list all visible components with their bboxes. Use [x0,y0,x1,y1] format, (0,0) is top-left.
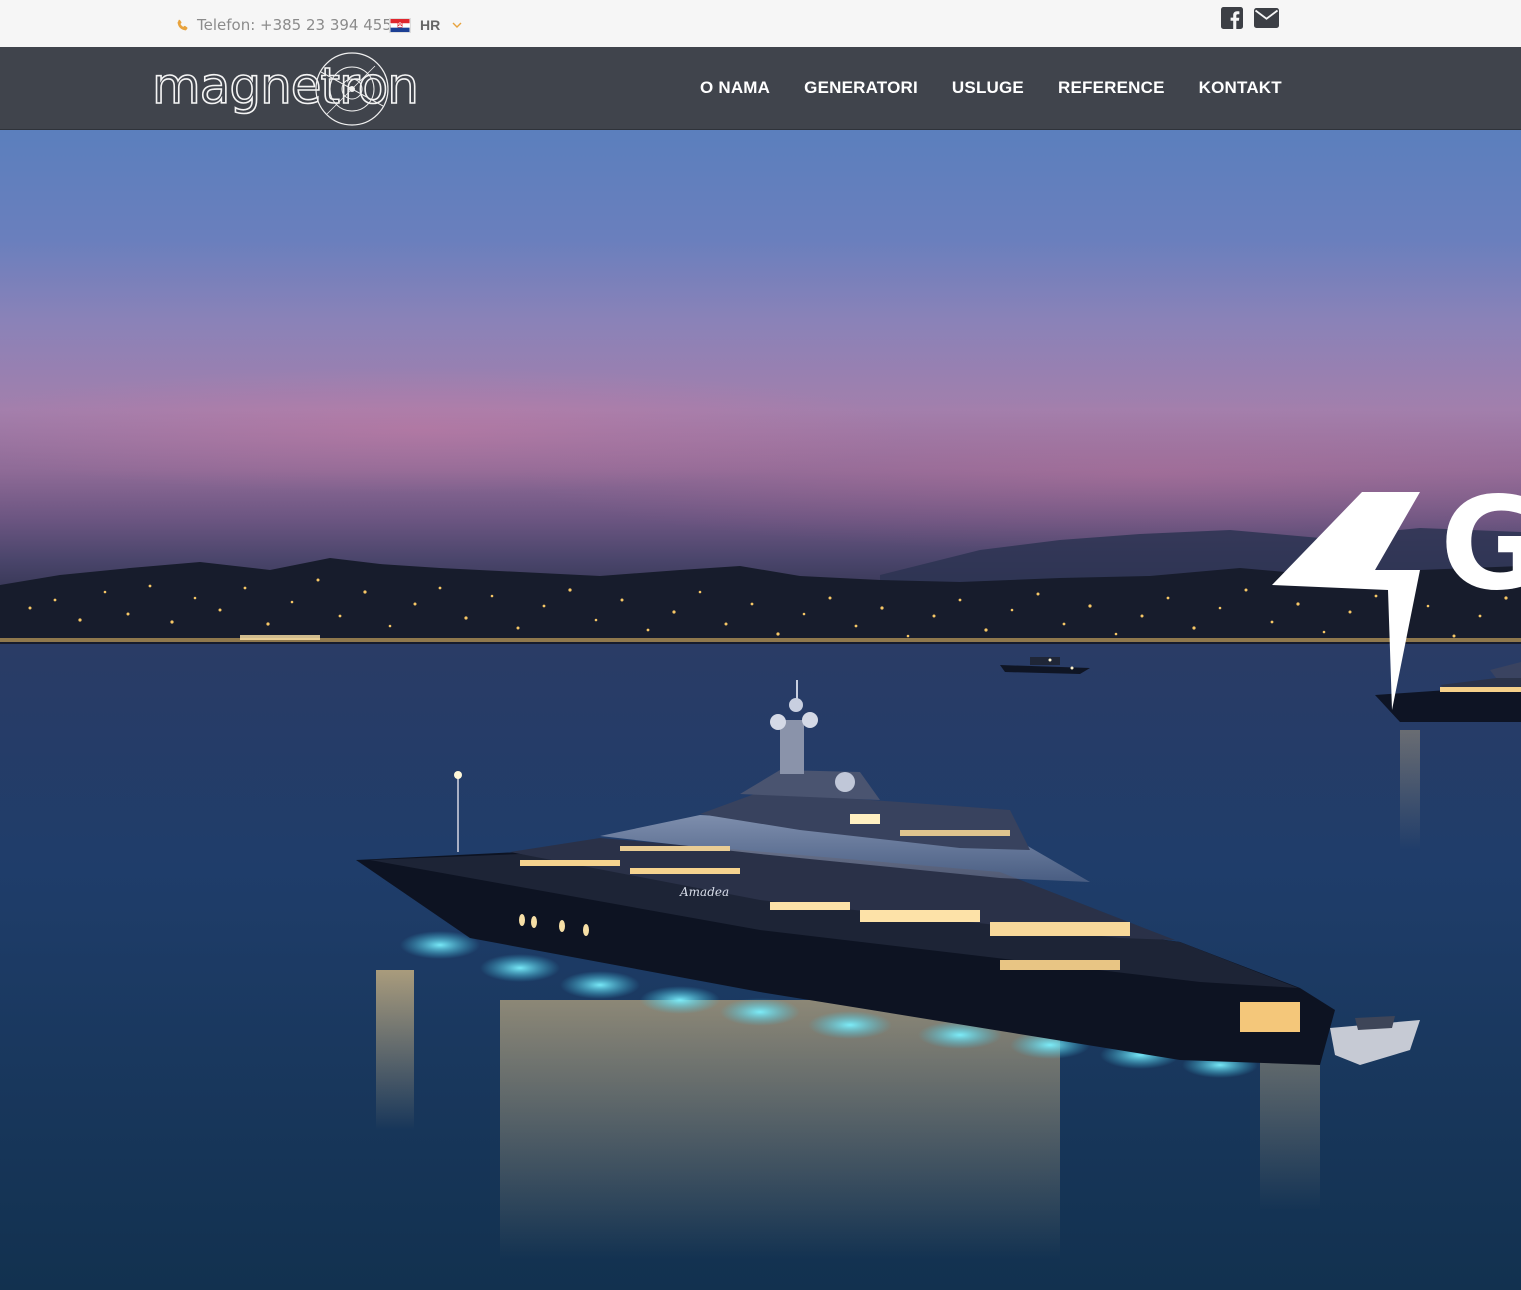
social-links [1221,7,1279,29]
main-header: magnetron O NAMA GENERATORI USLUGE REFER… [0,47,1521,130]
nav-item-generatori[interactable]: GENERATORI [804,78,918,98]
phone-icon [177,19,188,30]
nav-item-reference[interactable]: REFERENCE [1058,78,1165,98]
yacht-name: Amadea [679,885,729,899]
phone-label: Telefon: +385 23 394 455 [197,16,392,34]
hero-banner: Amadea G [0,130,1521,1290]
main-navigation: O NAMA GENERATORI USLUGE REFERENCE KONTA… [700,47,1282,129]
nav-item-kontakt[interactable]: KONTAKT [1199,78,1282,98]
nav-item-usluge[interactable]: USLUGE [952,78,1024,98]
hero-image: Amadea G [0,470,1521,1290]
nav-item-o-nama[interactable]: O NAMA [700,78,770,98]
target-icon [315,52,389,126]
top-bar: Telefon: +385 23 394 455 HR [0,0,1521,47]
phone-contact[interactable]: Telefon: +385 23 394 455 [176,15,392,35]
hero-overlay-letter: G [1440,470,1521,619]
facebook-icon[interactable] [1221,7,1243,29]
croatia-flag-icon [389,17,411,33]
email-icon[interactable] [1254,8,1279,28]
language-code: HR [420,17,441,33]
logo[interactable]: magnetron [150,47,420,127]
chevron-down-icon [452,22,462,28]
language-selector[interactable]: HR [389,15,462,35]
